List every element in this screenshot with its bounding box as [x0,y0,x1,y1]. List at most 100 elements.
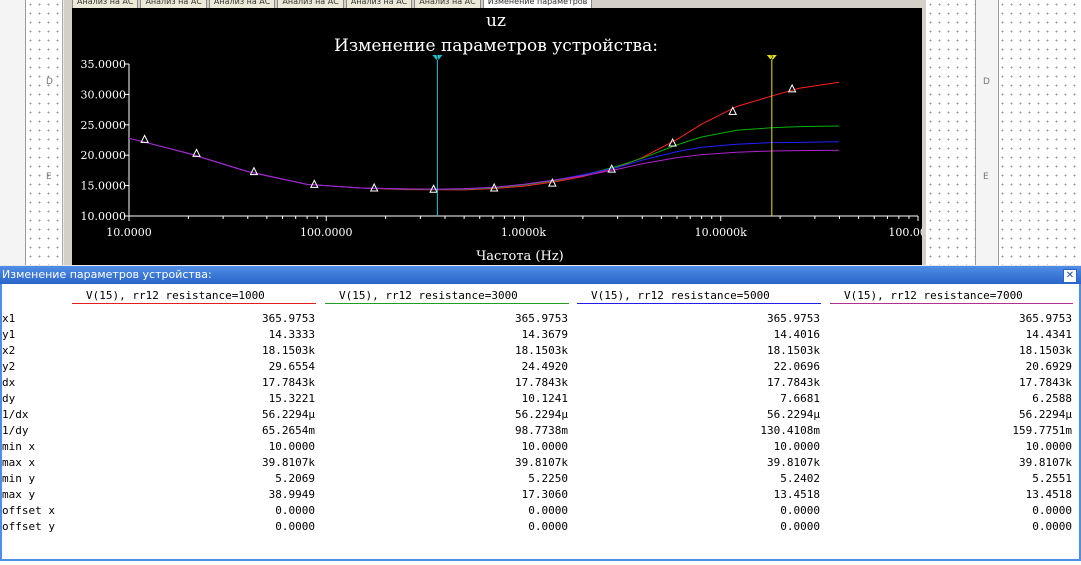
table-cell: 365.9753 [262,312,315,325]
tab-ac-analysis-3[interactable]: Анализ на АС [208,0,276,8]
table-cell: 56.2294µ [767,408,820,421]
table-cell: 56.2294µ [1019,408,1072,421]
row-letter-e-right: E [983,172,989,182]
x-tick-label: 100.0000k [888,226,922,239]
table-cell: 0.0000 [275,520,315,533]
data-point-marker [728,106,738,115]
y-tick-label: 30.0000 [81,88,127,101]
column-header-1: V(15), rr12 resistance=1000 [86,289,265,302]
right-ruler [975,0,999,265]
chart-svg: uz Изменение параметров устройства: Част… [81,11,948,264]
row-letter-d-right: D [983,77,990,87]
row-label: min y [2,472,36,485]
chart-title: Изменение параметров устройства: [334,36,658,56]
tab-ac-analysis-5[interactable]: Анализ на АС [345,0,413,8]
table-cell: 17.3060 [521,488,568,501]
series-line-4 [128,137,840,190]
table-cell: 10.0000 [773,440,820,453]
y-tick-label: 20.0000 [81,149,127,162]
y-tick-label: 10.0000 [81,210,127,223]
table-cell: 365.9753 [515,312,568,325]
schematic-right-area [926,0,1081,265]
tab-ac-analysis-4[interactable]: Анализ на АС [277,0,344,8]
row-letter-e-left: E [46,172,52,182]
table-cell: 365.9753 [767,312,820,325]
x-tick-label: 1.0000k [501,226,546,239]
column-header-2: V(15), rr12 resistance=3000 [339,289,518,302]
tab-ac-analysis-2[interactable]: Анализ на АС [140,0,207,8]
row-label: y2 [2,360,16,373]
row-label: offset y [2,520,55,533]
tab-ac-analysis-6[interactable]: Анализ на АС [414,0,481,8]
table-cell: 5.2402 [780,472,820,485]
data-point-marker [369,182,379,192]
tab-ac-analysis-1[interactable]: Анализ на АС [72,0,139,8]
table-cell: 130.4108m [760,424,820,437]
table-cell: 56.2294µ [515,408,568,421]
table-cell: 0.0000 [1032,520,1072,533]
table-cell: 159.7751m [1012,424,1072,437]
table-cell: 365.9753 [1019,312,1072,325]
grapher-tabs: Анализ на АС Анализ на АС Анализ на АС А… [72,0,593,8]
cursor-number-2: 2 [770,55,774,62]
table-cell: 39.8107k [1019,456,1072,469]
column-color-line-1 [72,303,316,304]
row-label: 1/dx [2,408,29,421]
series-line-3 [128,137,840,190]
table-cell: 14.4016 [773,328,820,341]
plot-area[interactable]: uz Изменение параметров устройства: Част… [72,8,948,265]
table-cell: 20.6929 [1025,360,1072,373]
table-cell: 0.0000 [780,520,820,533]
table-cell: 10.1241 [521,392,568,405]
table-cell: 10.0000 [521,440,568,453]
table-cell: 10.0000 [268,440,315,453]
x-tick-label: 10.0000 [106,226,152,239]
table-cell: 5.2069 [275,472,315,485]
x-tick-label: 10.0000k [695,226,747,239]
tab-parameter-sweep[interactable]: Изменение параметров [482,0,593,8]
data-point-marker [310,179,319,188]
row-label: 1/dy [2,424,29,437]
left-ruler [0,0,26,265]
row-label: x1 [2,312,16,325]
table-cell: 15.3221 [268,392,315,405]
row-label: dx [2,376,16,389]
y-tick-label: 25.0000 [81,119,127,132]
table-cell: 17.7843k [515,376,568,389]
table-cell: 7.6681 [780,392,820,405]
table-cell: 24.4920 [521,360,568,373]
table-cell: 18.1503k [1019,344,1072,357]
table-cell: 0.0000 [275,504,315,517]
table-cell: 6.2588 [1032,392,1072,405]
column-color-line-3 [577,303,821,304]
table-cell: 98.7738m [515,424,568,437]
column-color-line-2 [325,303,569,304]
table-cell: 22.0696 [773,360,820,373]
table-cell: 39.8107k [515,456,568,469]
column-color-line-4 [830,303,1073,304]
close-button[interactable]: ✕ [1063,269,1077,283]
table-cell: 39.8107k [262,456,315,469]
row-letter-d-left: D [46,77,53,87]
results-titlebar[interactable]: Изменение параметров устройства: ✕ [0,266,1081,284]
row-label: dy [2,392,16,405]
data-point-marker [249,166,259,176]
row-label: y1 [2,328,16,341]
column-header-3: V(15), rr12 resistance=5000 [591,289,770,302]
table-cell: 14.4341 [1025,328,1072,341]
table-cell: 18.1503k [767,344,820,357]
chart-subtitle: uz [486,11,506,31]
x-tick-label: 100.0000 [300,226,353,239]
table-cell: 0.0000 [780,504,820,517]
cursor-number-1: 1 [435,55,439,62]
row-label: max x [2,456,36,469]
row-label: offset x [2,504,55,517]
data-point-marker [787,83,797,93]
table-cell: 17.7843k [262,376,315,389]
table-cell: 5.2250 [528,472,568,485]
table-cell: 0.0000 [528,520,568,533]
table-cell: 18.1503k [262,344,315,357]
table-cell: 39.8107k [767,456,820,469]
data-point-marker [192,148,201,157]
row-label: min x [2,440,36,453]
